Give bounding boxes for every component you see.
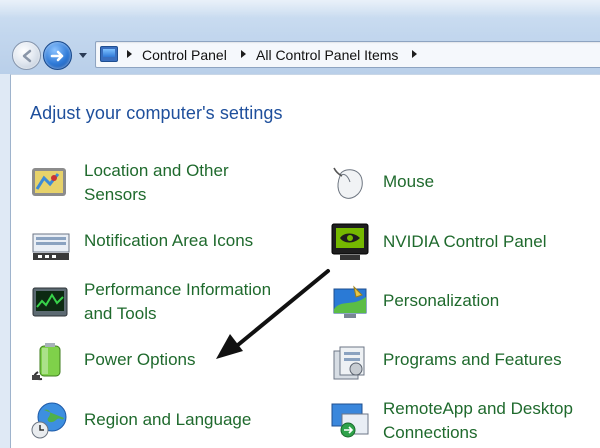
- programs-features-icon: [333, 346, 365, 380]
- performance-icon: [32, 287, 68, 317]
- notification-area-icon: [32, 233, 70, 260]
- item-region-language[interactable]: Region and Language: [30, 400, 290, 444]
- item-notification-area-icons[interactable]: Notification Area Icons: [30, 226, 290, 262]
- remoteapp-icon: [331, 403, 369, 438]
- page-title: Adjust your computer's settings: [30, 103, 283, 123]
- address-bar[interactable]: Control Panel All Control Panel Items: [95, 41, 600, 68]
- item-label-line1: RemoteApp and Desktop: [383, 399, 573, 418]
- personalization-icon: [333, 285, 367, 318]
- forward-button[interactable]: [43, 41, 72, 70]
- item-label-line1: Performance Information: [84, 280, 272, 299]
- forward-arrow-icon: [50, 50, 64, 62]
- region-language-icon: [31, 402, 67, 439]
- item-personalization[interactable]: Personalization: [330, 283, 580, 323]
- mouse-icon: [333, 167, 363, 199]
- power-options-icon: [32, 343, 61, 381]
- item-label-line1: Location and Other: [84, 161, 229, 180]
- nvidia-icon: [331, 223, 369, 260]
- item-label-line2: Connections: [383, 423, 478, 442]
- item-mouse[interactable]: Mouse: [330, 164, 580, 204]
- item-power-options[interactable]: Power Options: [30, 342, 290, 381]
- item-label: NVIDIA Control Panel: [383, 232, 547, 251]
- item-nvidia[interactable]: NVIDIA Control Panel: [330, 222, 590, 262]
- breadcrumb-separator-icon[interactable]: [127, 50, 132, 58]
- breadcrumb-separator-icon[interactable]: [241, 50, 246, 58]
- item-label: Programs and Features: [383, 350, 562, 369]
- back-button[interactable]: [12, 41, 41, 70]
- item-label: Power Options: [84, 350, 196, 369]
- item-label: Mouse: [383, 172, 435, 191]
- item-label-line2: Sensors: [84, 185, 147, 204]
- breadcrumb-control-panel[interactable]: Control Panel: [142, 46, 227, 64]
- item-programs-features[interactable]: Programs and Features: [330, 343, 590, 383]
- item-label-line2: and Tools: [84, 304, 157, 323]
- breadcrumb-all-items[interactable]: All Control Panel Items: [256, 46, 398, 64]
- location-sensors-icon: [32, 168, 66, 196]
- item-label: Notification Area Icons: [84, 231, 254, 250]
- item-label: Personalization: [383, 291, 500, 310]
- item-performance[interactable]: Performance Information and Tools: [30, 277, 300, 333]
- recent-pages-dropdown-icon[interactable]: [76, 47, 90, 63]
- item-remoteapp[interactable]: RemoteApp and Desktop Connections: [330, 396, 595, 448]
- control-panel-icon: [100, 46, 118, 62]
- back-arrow-icon: [22, 49, 32, 63]
- breadcrumb-separator-icon[interactable]: [412, 50, 417, 58]
- item-location-sensors[interactable]: Location and Other Sensors: [30, 158, 290, 214]
- item-label: Region and Language: [84, 410, 252, 429]
